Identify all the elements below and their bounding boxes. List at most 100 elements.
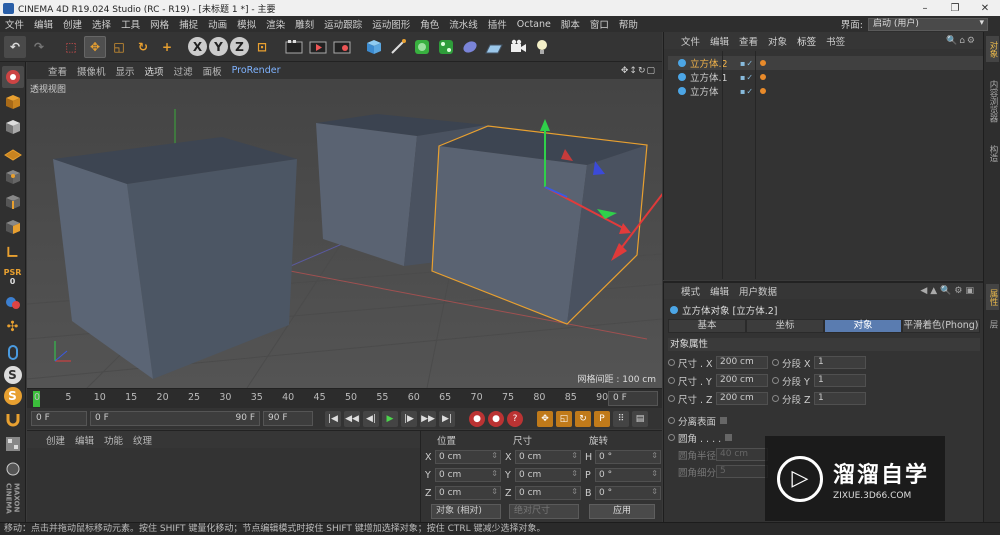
- separate-surfaces-checkbox[interactable]: [720, 417, 728, 424]
- magnet-icon[interactable]: [2, 408, 24, 430]
- menu-help[interactable]: 帮助: [614, 17, 643, 31]
- perspective-viewport[interactable]: 透视视图 网格间距 : 100 cm: [27, 79, 662, 388]
- fillet-checkbox[interactable]: [725, 434, 733, 441]
- coordinate-system-icon[interactable]: ⊡: [251, 36, 273, 58]
- menu-file[interactable]: 文件: [0, 17, 29, 31]
- axis-mode-icon[interactable]: ∟: [2, 241, 24, 263]
- menu-octane[interactable]: Octane: [512, 19, 556, 30]
- phong-tag-icon[interactable]: [760, 74, 767, 80]
- pos-y-field[interactable]: 0 cm: [435, 468, 501, 482]
- workplane-mode-icon[interactable]: [2, 141, 24, 163]
- fillet-subdiv-input[interactable]: 5: [716, 465, 768, 478]
- size-x-field[interactable]: 0 cm: [515, 450, 581, 464]
- polygons-mode-icon[interactable]: [2, 216, 24, 238]
- pos-x-field[interactable]: 0 cm: [435, 450, 501, 464]
- param-key-icon[interactable]: P: [594, 410, 610, 427]
- timeline-ruler[interactable]: 0 5 10 15 20 25 30 35 40 45 50 55 60 65 70 75 80 85 90 0 F: [27, 388, 662, 408]
- objmgr-tool-icons[interactable]: 🔍⌂⚙: [946, 36, 977, 46]
- current-frame-field[interactable]: 0 F: [608, 391, 658, 406]
- rotate-tool-icon[interactable]: ↻: [132, 36, 154, 58]
- make-editable-icon[interactable]: [1, 66, 24, 88]
- x-axis-lock-icon[interactable]: X: [188, 37, 207, 56]
- fillet-radius-input[interactable]: 40 cm: [716, 448, 768, 461]
- array-icon[interactable]: [435, 36, 457, 58]
- menu-plugins[interactable]: 插件: [483, 17, 512, 31]
- anim-radio-icon[interactable]: [772, 359, 779, 366]
- coord-mode-select[interactable]: 对象 (相对): [431, 504, 501, 519]
- y-axis-lock-icon[interactable]: Y: [209, 37, 228, 56]
- size-x-input[interactable]: 200 cm: [716, 356, 768, 369]
- material-menu-create[interactable]: 创建: [41, 433, 70, 447]
- menu-mesh[interactable]: 网格: [145, 17, 174, 31]
- timeline-icon[interactable]: ▤: [632, 410, 648, 427]
- tab-phong[interactable]: 平滑着色(Phong): [902, 319, 980, 333]
- end-frame-field[interactable]: 90 F: [263, 411, 313, 426]
- apply-button[interactable]: 应用: [589, 504, 655, 519]
- size-mode-select[interactable]: 绝对尺寸: [509, 504, 579, 519]
- material-manager[interactable]: 创建 编辑 功能 纹理: [27, 430, 420, 522]
- solo-icon[interactable]: S: [3, 366, 22, 384]
- menu-animate[interactable]: 动画: [203, 17, 232, 31]
- layer-icon[interactable]: [2, 433, 24, 455]
- floor-icon[interactable]: [483, 36, 505, 58]
- texture-mode-icon[interactable]: [2, 116, 24, 138]
- paint-icon[interactable]: [2, 458, 24, 480]
- material-menu-edit[interactable]: 编辑: [70, 433, 99, 447]
- keyframe-selection-icon[interactable]: ?: [507, 410, 523, 427]
- phong-tag-icon[interactable]: [760, 60, 767, 66]
- material-menu-texture[interactable]: 纹理: [128, 433, 157, 447]
- size-y-field[interactable]: 0 cm: [515, 468, 581, 482]
- prev-key-icon[interactable]: ◀◀: [344, 410, 360, 427]
- viewport-menu-cameras[interactable]: 摄像机: [72, 64, 111, 78]
- recent-tools-icon[interactable]: +: [156, 36, 178, 58]
- attr-menu-edit[interactable]: 编辑: [705, 284, 734, 298]
- snap-icon[interactable]: [2, 291, 24, 313]
- object-row-cube-2[interactable]: 立方体.2 ▪✓: [668, 56, 984, 70]
- seg-x-input[interactable]: 1: [814, 356, 866, 369]
- visibility-flags[interactable]: ▪✓: [740, 87, 754, 96]
- pos-z-field[interactable]: 0 cm: [435, 486, 501, 500]
- layout-select[interactable]: 启动 (用户): [868, 17, 988, 31]
- preview-range-slider[interactable]: 0 F 90 F: [90, 411, 260, 426]
- menu-snap[interactable]: 捕捉: [174, 17, 203, 31]
- z-axis-lock-icon[interactable]: Z: [230, 37, 249, 56]
- objmgr-menu-objects[interactable]: 对象: [763, 34, 792, 48]
- size-z-input[interactable]: 200 cm: [716, 392, 768, 405]
- attr-menu-userdata[interactable]: 用户数据: [734, 284, 782, 298]
- menu-window[interactable]: 窗口: [585, 17, 614, 31]
- objmgr-menu-view[interactable]: 查看: [734, 34, 763, 48]
- viewport-menu-prorender[interactable]: ProRender: [227, 65, 286, 76]
- rail-tab-attributes[interactable]: 属性: [986, 284, 999, 310]
- position-key-icon[interactable]: ✥: [537, 410, 553, 427]
- points-mode-icon[interactable]: [2, 166, 24, 188]
- light-icon[interactable]: [531, 36, 553, 58]
- anim-radio-icon[interactable]: [668, 417, 675, 424]
- attr-tool-icons[interactable]: ◀▲🔍⚙▣: [920, 286, 977, 296]
- menu-motion-tracking[interactable]: 运动跟踪: [319, 17, 367, 31]
- viewport-menu-filter[interactable]: 过滤: [169, 64, 198, 78]
- sketch-icon[interactable]: S: [3, 387, 22, 405]
- menu-simulate[interactable]: 模拟: [232, 17, 261, 31]
- redo-icon[interactable]: ↷: [28, 36, 50, 58]
- object-name[interactable]: 立方体.2: [690, 56, 740, 70]
- scale-tool-icon[interactable]: ◱: [108, 36, 130, 58]
- goto-start-icon[interactable]: |◀: [325, 410, 341, 427]
- phong-tag-icon[interactable]: [760, 88, 767, 94]
- menu-pipeline[interactable]: 流水线: [444, 17, 483, 31]
- viewport-menu-panel[interactable]: 面板: [198, 64, 227, 78]
- anim-radio-icon[interactable]: [668, 395, 675, 402]
- seg-y-input[interactable]: 1: [814, 374, 866, 387]
- autokey-icon[interactable]: ●: [488, 410, 504, 427]
- tab-object[interactable]: 对象: [824, 319, 902, 333]
- rot-h-field[interactable]: 0 °: [595, 450, 661, 464]
- live-select-icon[interactable]: ⬚: [60, 36, 82, 58]
- attr-menu-mode[interactable]: 模式: [676, 284, 705, 298]
- size-y-input[interactable]: 200 cm: [716, 374, 768, 387]
- quantize-icon[interactable]: ✣: [2, 316, 24, 338]
- tab-coord[interactable]: 坐标: [746, 319, 824, 333]
- cube-left[interactable]: [53, 137, 297, 379]
- anim-radio-icon[interactable]: [668, 377, 675, 384]
- menu-edit[interactable]: 编辑: [29, 17, 58, 31]
- menu-tools[interactable]: 工具: [116, 17, 145, 31]
- spline-pen-icon[interactable]: [387, 36, 409, 58]
